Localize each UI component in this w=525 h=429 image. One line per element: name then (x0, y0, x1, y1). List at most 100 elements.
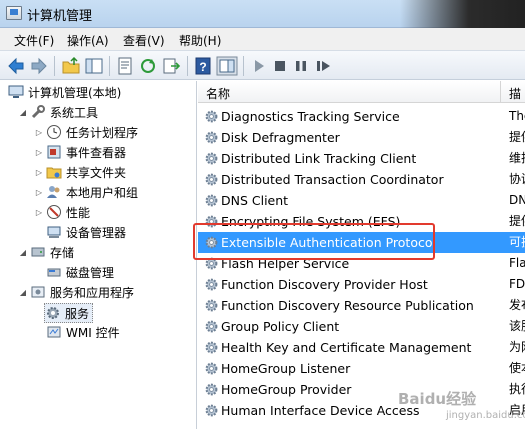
tree-label-services: 服务 (65, 307, 90, 321)
service-row[interactable]: Health Key and Certificate Management 为网 (198, 337, 525, 358)
disk-icon (46, 264, 62, 280)
service-description: The (509, 109, 525, 123)
service-name: HomeGroup Listener (221, 361, 351, 376)
service-name: Human Interface Device Access (221, 403, 420, 418)
wmi-icon (46, 324, 62, 340)
service-gear-icon (205, 131, 218, 144)
service-row[interactable]: HomeGroup Listener 使本 (198, 358, 525, 379)
tree-item-wmi[interactable]: WMI 控件 (46, 323, 120, 343)
tree-label-system-tools: 系统工具 (50, 106, 99, 120)
tree-label-performance: 性能 (66, 206, 91, 220)
performance-icon (46, 204, 62, 220)
tree-label-shared-folders: 共享文件夹 (66, 166, 127, 180)
service-row[interactable]: Function Discovery Resource Publication 发… (198, 295, 525, 316)
service-row[interactable]: Distributed Transaction Coordinator 协调 (198, 169, 525, 190)
clock-icon (46, 124, 62, 140)
service-description: FD (509, 277, 525, 291)
service-name: DNS Client (221, 193, 289, 208)
up-folder-icon[interactable] (61, 56, 81, 76)
menu-action[interactable]: 操作(A) (67, 32, 109, 49)
refresh-icon[interactable] (138, 56, 158, 76)
tree-item-root[interactable]: 计算机管理(本地) (8, 83, 121, 103)
service-description: 提供 (509, 214, 525, 228)
service-description: 使本 (509, 361, 525, 375)
tree-item-local-users[interactable]: 本地用户和组 (46, 183, 138, 203)
collapse-icon[interactable]: ◢ (18, 288, 28, 297)
service-name: Diagnostics Tracking Service (221, 109, 400, 124)
restart-service-icon[interactable] (313, 56, 333, 76)
window-title: 计算机管理 (27, 9, 93, 24)
service-description: 执行 (509, 382, 525, 396)
expand-icon[interactable]: ▷ (34, 188, 44, 197)
tree-label-task-scheduler: 任务计划程序 (66, 126, 139, 140)
service-gear-icon (205, 362, 218, 375)
service-description: Fla (509, 256, 525, 270)
stop-service-icon[interactable] (270, 56, 290, 76)
tree-label-storage: 存储 (50, 246, 75, 260)
service-row[interactable]: Function Discovery Provider Host FD (198, 274, 525, 295)
tree-item-performance[interactable]: 性能 (46, 203, 90, 223)
expand-icon[interactable]: ▷ (34, 208, 44, 217)
show-hide-tree-icon[interactable] (84, 56, 104, 76)
menu-file[interactable]: 文件(F) (14, 32, 54, 49)
service-name: Distributed Transaction Coordinator (221, 172, 444, 187)
tree-item-event-viewer[interactable]: 事件查看器 (46, 143, 126, 163)
forward-icon[interactable] (29, 56, 49, 76)
start-service-icon[interactable] (249, 56, 269, 76)
menu-help[interactable]: 帮助(H) (179, 32, 221, 49)
red-highlight-box (193, 223, 435, 260)
collapse-icon[interactable]: ◢ (18, 108, 28, 117)
service-name: Disk Defragmenter (221, 130, 340, 145)
tree-label-local-users: 本地用户和组 (66, 186, 139, 200)
service-row[interactable]: Disk Defragmenter 提供 (198, 127, 525, 148)
tree-label-event-viewer: 事件查看器 (66, 146, 127, 160)
service-gear-icon (205, 341, 218, 354)
tree-item-task-scheduler[interactable]: 任务计划程序 (46, 123, 138, 143)
service-row[interactable]: Distributed Link Tracking Client 维护 (198, 148, 525, 169)
expand-icon[interactable]: ▷ (34, 168, 44, 177)
collapse-icon[interactable]: ◢ (18, 248, 28, 257)
service-description: 发布 (509, 298, 525, 312)
service-row[interactable]: Diagnostics Tracking Service The (198, 106, 525, 127)
back-icon[interactable] (6, 56, 26, 76)
service-description: DN (509, 193, 525, 207)
tree-item-services[interactable]: 服务 (44, 303, 94, 323)
event-viewer-icon (46, 144, 62, 160)
tree-item-disk-management[interactable]: 磁盘管理 (46, 263, 114, 283)
tree-item-device-manager[interactable]: 设备管理器 (46, 223, 126, 243)
tree-label-device-manager: 设备管理器 (66, 226, 127, 240)
device-manager-icon (46, 224, 62, 240)
desktop-background-strip (400, 0, 525, 28)
service-gear-icon (205, 194, 218, 207)
tree-label-disk-management: 磁盘管理 (66, 266, 115, 280)
service-name: Function Discovery Provider Host (221, 277, 428, 292)
service-name: Health Key and Certificate Management (221, 340, 472, 355)
service-gear-icon (205, 320, 218, 333)
service-row[interactable]: Group Policy Client 该服 (198, 316, 525, 337)
tree-item-services-apps[interactable]: 服务和应用程序 (30, 283, 134, 303)
service-description: 可扩 (509, 235, 525, 249)
service-gear-icon (205, 173, 218, 186)
tree-item-shared-folders[interactable]: 共享文件夹 (46, 163, 126, 183)
pause-service-icon[interactable] (291, 56, 311, 76)
tree-label-wmi: WMI 控件 (66, 326, 120, 340)
export-list-icon[interactable] (161, 56, 181, 76)
svg-text:?: ? (199, 60, 206, 74)
services-apps-icon (30, 284, 46, 300)
service-description: 提供 (509, 130, 525, 144)
column-header-description[interactable]: 描 (509, 85, 521, 102)
tree-item-storage[interactable]: 存储 (30, 243, 74, 263)
column-header-name[interactable]: 名称 (206, 85, 230, 102)
menu-view[interactable]: 查看(V) (123, 32, 165, 49)
service-row[interactable]: DNS Client DN (198, 190, 525, 211)
help-icon[interactable]: ? (193, 56, 213, 76)
service-name: HomeGroup Provider (221, 382, 352, 397)
storage-icon (30, 244, 46, 260)
action-pane-icon[interactable] (216, 56, 238, 76)
list-header: 名称 描 (198, 81, 525, 103)
tree-item-system-tools[interactable]: 系统工具 (30, 103, 98, 123)
properties-icon[interactable] (115, 56, 135, 76)
service-gear-icon (205, 152, 218, 165)
expand-icon[interactable]: ▷ (34, 148, 44, 157)
expand-icon[interactable]: ▷ (34, 128, 44, 137)
